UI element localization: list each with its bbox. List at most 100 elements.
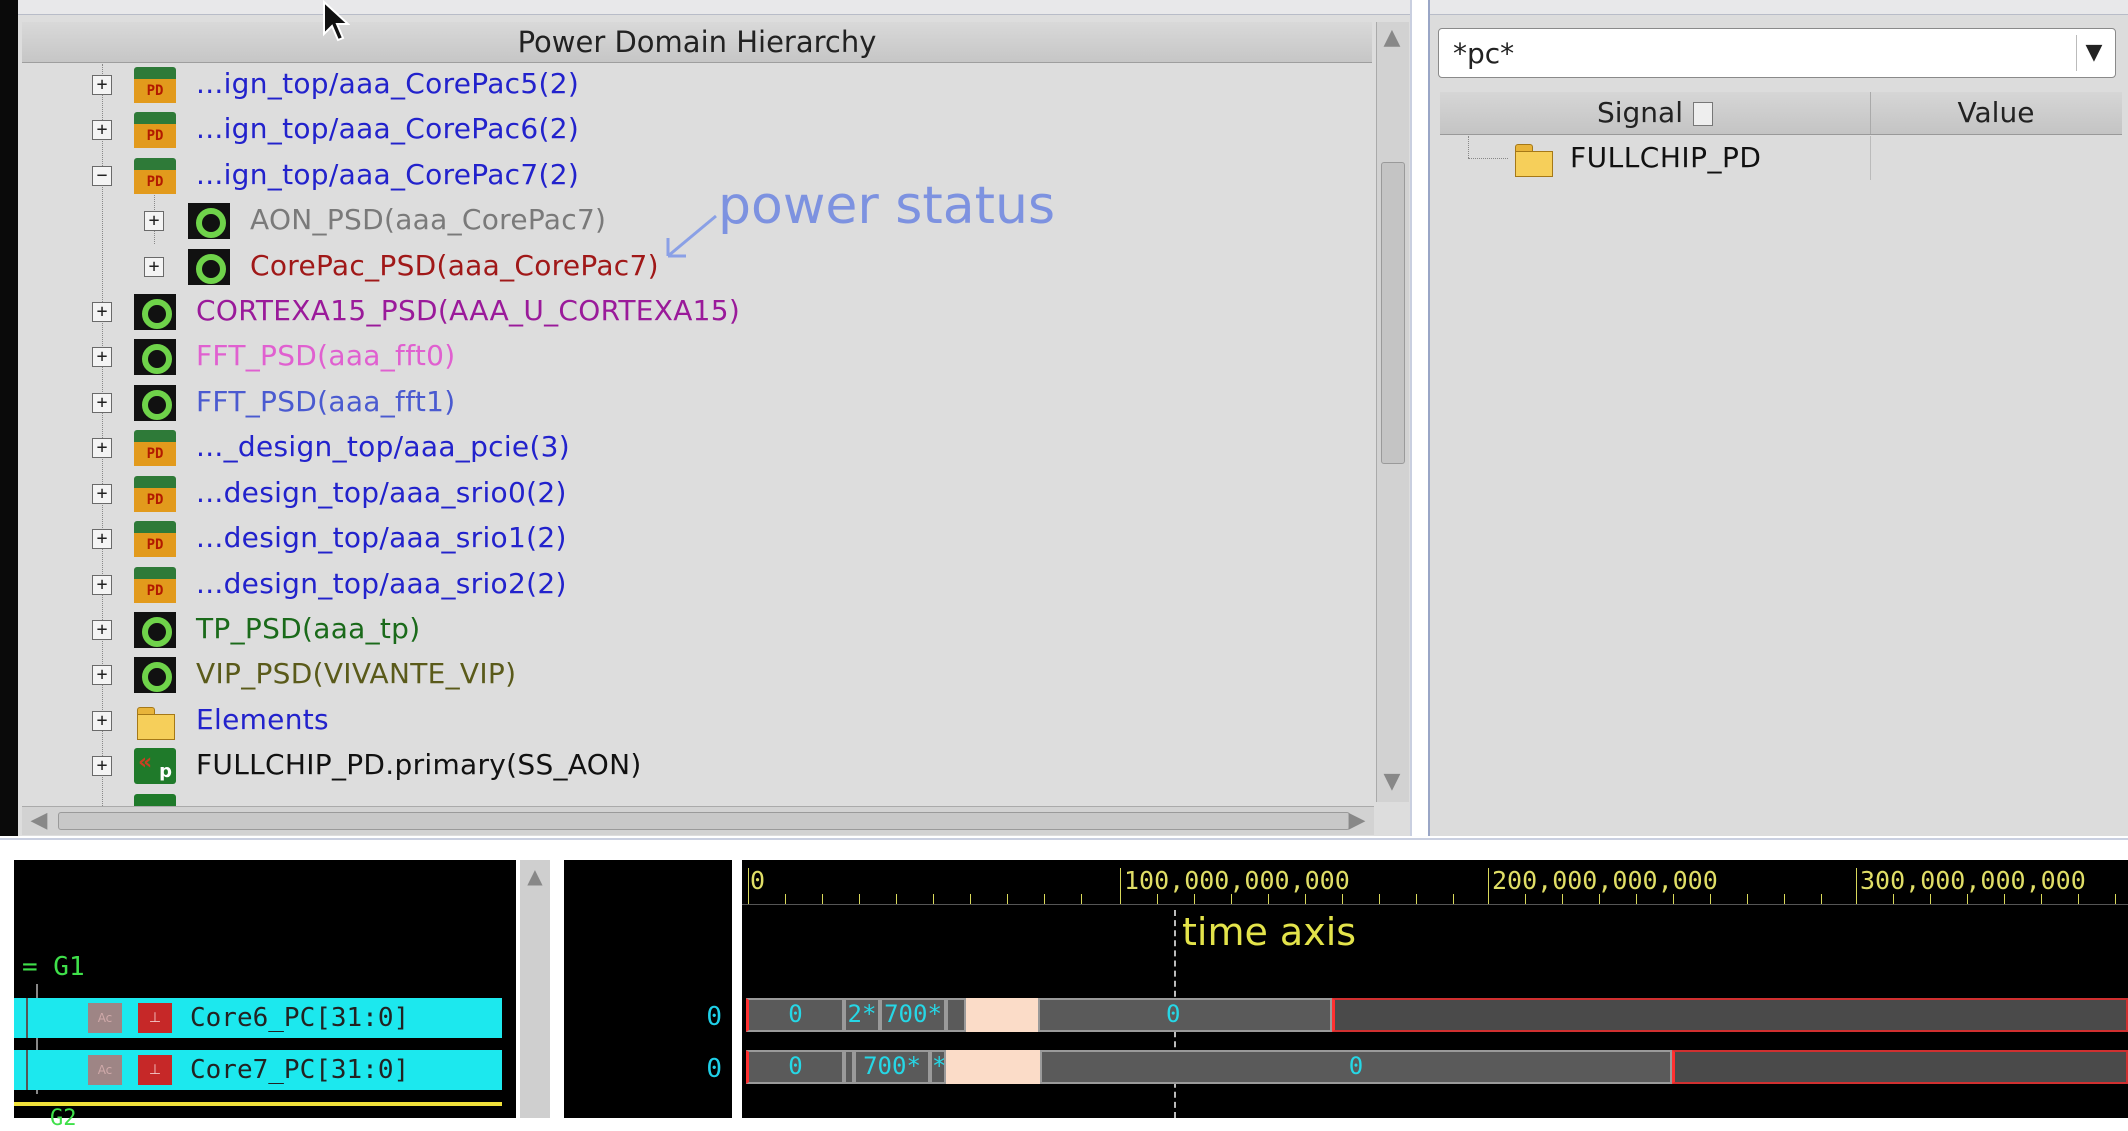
tree-row-srio2[interactable]: + PD ...design_top/aaa_srio2(2) — [22, 564, 1372, 604]
tree-row-clipped — [22, 791, 1372, 806]
panel-divider[interactable] — [1410, 0, 1428, 836]
tree-row-fullchip-primary[interactable]: + «p FULLCHIP_PD.primary(SS_AON) — [22, 745, 1372, 785]
pd-icon: PD — [134, 430, 176, 466]
expand-toggle[interactable]: + — [92, 484, 112, 504]
annotation-arrow-icon — [666, 214, 717, 258]
tree-row-vip-psd[interactable]: + VIP_PSD(VIVANTE_VIP) — [22, 654, 1372, 694]
group-label-g1[interactable]: = G1 — [22, 952, 85, 982]
expand-toggle[interactable]: + — [144, 211, 164, 231]
expand-toggle[interactable]: + — [144, 257, 164, 277]
scroll-thumb[interactable] — [58, 812, 1350, 830]
tree-row-srio0[interactable]: + PD ...design_top/aaa_srio0(2) — [22, 473, 1372, 513]
expand-toggle[interactable]: + — [92, 120, 112, 140]
signal-value: 0 — [706, 1054, 722, 1084]
tree-label[interactable]: ...design_top/aaa_srio0(2) — [196, 475, 567, 511]
waveform-segment[interactable] — [844, 1050, 854, 1084]
scroll-up-icon[interactable]: ▲ — [1381, 26, 1403, 50]
column-header-value[interactable]: Value — [1871, 92, 2121, 134]
expand-toggle[interactable]: + — [92, 711, 112, 731]
scroll-down-icon[interactable]: ▼ — [1381, 770, 1403, 794]
hierarchy-vertical-scrollbar[interactable]: ▲ ▼ — [1376, 22, 1409, 802]
expand-toggle[interactable]: + — [92, 393, 112, 413]
expand-toggle[interactable]: + — [92, 620, 112, 640]
dropdown-arrow-icon[interactable]: ▼ — [2076, 35, 2111, 71]
waveform-segment[interactable]: 0 — [1040, 1050, 1672, 1084]
expand-toggle[interactable]: + — [92, 575, 112, 595]
tree-label[interactable]: ...ign_top/aaa_CorePac5(2) — [196, 66, 579, 102]
tree-label[interactable]: AON_PSD(aaa_CorePac7) — [250, 202, 606, 238]
scroll-right-icon[interactable]: ▶ — [1342, 807, 1372, 835]
signal-entry-core7[interactable]: Ac ⊥ Core7_PC[31:0] — [14, 1050, 502, 1090]
scroll-thumb[interactable] — [1381, 162, 1405, 464]
tree-label[interactable]: Elements — [196, 702, 329, 738]
tree-label[interactable]: ...ign_top/aaa_CorePac7(2) — [196, 157, 579, 193]
tree-label[interactable]: VIP_PSD(VIVANTE_VIP) — [196, 656, 516, 692]
tree-row-elements[interactable]: + Elements — [22, 700, 1372, 740]
waveform-row-core6[interactable]: 0 2* 700* 0 — [742, 996, 2128, 1036]
tree-row-tp-psd[interactable]: + TP_PSD(aaa_tp) — [22, 609, 1372, 649]
tree-label[interactable]: ..._design_top/aaa_pcie(3) — [196, 429, 570, 465]
waveform-segment[interactable]: 700* — [854, 1050, 930, 1084]
signal-name[interactable]: Core7_PC[31:0] — [190, 1052, 409, 1088]
collapse-toggle[interactable]: − — [92, 166, 112, 186]
filter-text[interactable]: *pc* — [1453, 37, 1514, 70]
tree-row-corepac5[interactable]: + PD ...ign_top/aaa_CorePac5(2) — [22, 64, 1372, 104]
signal-list-scrollbar[interactable]: ▲ — [520, 860, 550, 1118]
tree-label[interactable]: CorePac_PSD(aaa_CorePac7) — [250, 248, 659, 284]
tree-row-pcie[interactable]: + PD ..._design_top/aaa_pcie(3) — [22, 427, 1372, 467]
tree-row-cortexa15-psd[interactable]: + CORTEXA15_PSD(AAA_U_CORTEXA15) — [22, 291, 1372, 331]
waveform-segment[interactable]: 700* — [880, 998, 946, 1032]
expand-toggle[interactable]: + — [92, 302, 112, 322]
tree-label[interactable]: CORTEXA15_PSD(AAA_U_CORTEXA15) — [196, 293, 740, 329]
waveform-segment[interactable] — [1332, 998, 2128, 1032]
hierarchy-tree[interactable]: + PD ...ign_top/aaa_CorePac5(2) + PD ...… — [22, 64, 1372, 806]
tree-label[interactable]: FFT_PSD(aaa_fft1) — [196, 384, 455, 420]
signal-entry-core6[interactable]: Ac ⊥ Core6_PC[31:0] — [14, 998, 502, 1038]
column-header-signal[interactable]: Signal — [1440, 92, 1871, 134]
expand-toggle[interactable]: + — [92, 438, 112, 458]
tree-label[interactable]: TP_PSD(aaa_tp) — [196, 611, 420, 647]
tree-row-fft0-psd[interactable]: + FFT_PSD(aaa_fft0) — [22, 336, 1372, 376]
ruler-minor-tick — [1930, 894, 1931, 904]
expand-toggle[interactable]: + — [92, 75, 112, 95]
tree-row-corepac6[interactable]: + PD ...ign_top/aaa_CorePac6(2) — [22, 109, 1372, 149]
waveform-segment[interactable]: 0 — [746, 998, 844, 1032]
scroll-up-icon[interactable]: ▲ — [524, 864, 546, 888]
waveform-segment[interactable] — [1672, 1050, 2128, 1084]
tree-row-fft1-psd[interactable]: + FFT_PSD(aaa_fft1) — [22, 382, 1372, 422]
waveform-segment[interactable]: 0 — [1038, 998, 1332, 1032]
waveform-segment[interactable]: 2* — [844, 998, 880, 1032]
waveform-segment[interactable] — [966, 998, 1038, 1032]
waveform-segment[interactable] — [946, 998, 966, 1032]
signal-color-tag: ⊥ — [138, 1003, 172, 1033]
expand-toggle[interactable]: + — [92, 347, 112, 367]
waveform-segment[interactable]: 0 — [746, 1050, 844, 1084]
group-label-g2[interactable]: G2 — [50, 1106, 77, 1131]
expand-toggle[interactable]: + — [92, 756, 112, 776]
signal-name[interactable]: Core6_PC[31:0] — [190, 1000, 409, 1036]
tree-label[interactable]: FULLCHIP_PD.primary(SS_AON) — [196, 747, 642, 783]
waveform-splitter[interactable] — [0, 838, 2128, 848]
tree-row-srio1[interactable]: + PD ...design_top/aaa_srio1(2) — [22, 518, 1372, 558]
hierarchy-horizontal-scrollbar[interactable]: ◀ ▶ — [22, 806, 1374, 835]
waveform-row-core7[interactable]: 0 700* * 0 — [742, 1048, 2128, 1088]
ruler-minor-tick — [1636, 894, 1637, 904]
column-menu-icon[interactable] — [1693, 102, 1713, 126]
waveform-segment[interactable]: * — [930, 1050, 946, 1084]
time-ruler[interactable]: 0 100,000,000,000 200,000,000,000 300,00… — [742, 860, 2128, 905]
waveform-segment[interactable] — [946, 1050, 1040, 1084]
tree-label[interactable]: ...design_top/aaa_srio2(2) — [196, 566, 567, 602]
signal-filter-combobox[interactable]: *pc* ▼ — [1438, 28, 2116, 78]
power-ring-icon — [134, 294, 176, 330]
tree-label[interactable]: ...design_top/aaa_srio1(2) — [196, 520, 567, 556]
expand-toggle[interactable]: + — [92, 665, 112, 685]
scroll-left-icon[interactable]: ◀ — [24, 807, 54, 835]
signal-row[interactable]: FULLCHIP_PD — [1440, 136, 2122, 180]
tree-label[interactable]: ...ign_top/aaa_CorePac6(2) — [196, 111, 579, 147]
expand-toggle[interactable]: + — [92, 529, 112, 549]
waveform-canvas[interactable]: 0 100,000,000,000 200,000,000,000 300,00… — [742, 860, 2128, 1118]
power-ring-icon — [134, 657, 176, 693]
tree-label[interactable]: FFT_PSD(aaa_fft0) — [196, 338, 455, 374]
tree-row-corepac7[interactable]: − PD ...ign_top/aaa_CorePac7(2) — [22, 155, 1372, 195]
signal-row-label[interactable]: FULLCHIP_PD — [1570, 140, 1762, 176]
